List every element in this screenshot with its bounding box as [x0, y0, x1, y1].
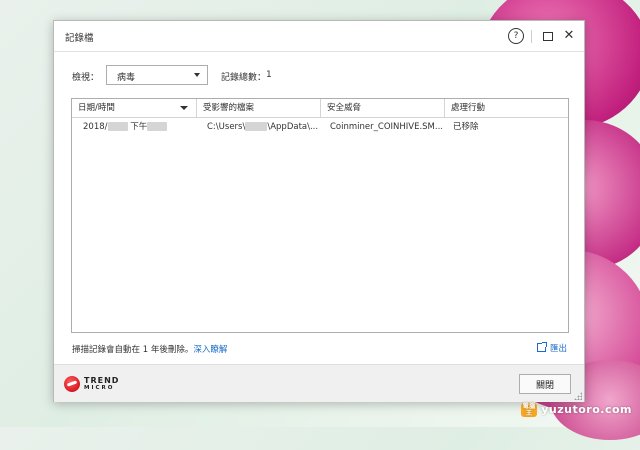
watermark-badge: 電腦王 [521, 403, 538, 417]
watermark-text: yuzutoro.com [541, 403, 632, 416]
cell-threat: Coinminer_COINHIVE.SM... [330, 122, 443, 132]
record-count-label: 記錄總數： [221, 73, 267, 83]
retention-note: 掃描記錄會自動在 1 年後刪除。深入瞭解 [72, 343, 227, 355]
close-icon[interactable]: ✕ [560, 27, 578, 45]
title-bar: 記錄檔 ? ✕ [54, 21, 584, 52]
column-header-action[interactable]: 處理行動 [445, 99, 568, 117]
column-header-file[interactable]: 受影響的檔案 [197, 99, 321, 117]
log-dialog: 記錄檔 ? ✕ 檢視： 病毒 記錄總數： 1 日期/時間 受影響的檔案 安全威脅… [53, 20, 585, 402]
filter-selected-value: 病毒 [117, 73, 136, 83]
column-header-label: 日期/時間 [78, 103, 115, 113]
filter-label: 檢視： [72, 73, 100, 83]
record-count-value: 1 [266, 70, 272, 80]
window-title: 記錄檔 [65, 33, 94, 44]
brand-line-1: TREND [84, 376, 120, 385]
export-icon [537, 342, 547, 352]
table-row[interactable]: 2018/ 下午 C:\Users\ \AppData\... Coinminer… [72, 118, 568, 136]
file-path-suffix: \AppData\... [267, 122, 319, 132]
title-separator [531, 30, 532, 43]
trend-micro-logo-icon [64, 376, 80, 392]
help-icon[interactable]: ? [508, 28, 524, 44]
maximize-button[interactable] [539, 27, 557, 45]
learn-more-link[interactable]: 深入瞭解 [193, 345, 227, 355]
file-path-prefix: C:\Users\ [207, 122, 246, 132]
maximize-icon [543, 32, 553, 41]
close-button[interactable]: 關閉 [519, 374, 571, 394]
cell-action: 已移除 [453, 122, 479, 132]
column-header-threat[interactable]: 安全威脅 [321, 99, 445, 117]
retention-note-text: 掃描記錄會自動在 1 年後刪除。 [72, 345, 194, 355]
export-label: 匯出 [550, 344, 568, 354]
redacted-block [245, 122, 268, 131]
redacted-block [147, 122, 168, 131]
date-text: 2018/ [83, 122, 108, 132]
export-link[interactable]: 匯出 [537, 342, 567, 354]
table-header: 日期/時間 受影響的檔案 安全威脅 處理行動 [72, 99, 568, 118]
column-header-label: 安全威脅 [327, 103, 362, 113]
dialog-footer: TREND MICRO 關閉 [54, 364, 584, 402]
sort-descending-icon [180, 106, 188, 110]
log-table: 日期/時間 受影響的檔案 安全威脅 處理行動 2018/ 下午 C:\Users… [71, 98, 569, 333]
chevron-down-icon [194, 73, 200, 77]
cell-file: C:\Users\ \AppData\... [197, 118, 321, 136]
column-header-datetime[interactable]: 日期/時間 [72, 99, 197, 117]
time-period-text: 下午 [127, 122, 148, 132]
filter-dropdown[interactable]: 病毒 [106, 65, 208, 85]
site-watermark: 電腦王 yuzutoro.com [521, 403, 632, 417]
column-header-label: 受影響的檔案 [203, 103, 255, 113]
cell-datetime: 2018/ 下午 [72, 118, 197, 136]
column-header-label: 處理行動 [451, 103, 486, 113]
resize-grip-icon[interactable] [574, 392, 582, 400]
redacted-block [107, 122, 128, 131]
brand-line-2: MICRO [84, 385, 115, 391]
